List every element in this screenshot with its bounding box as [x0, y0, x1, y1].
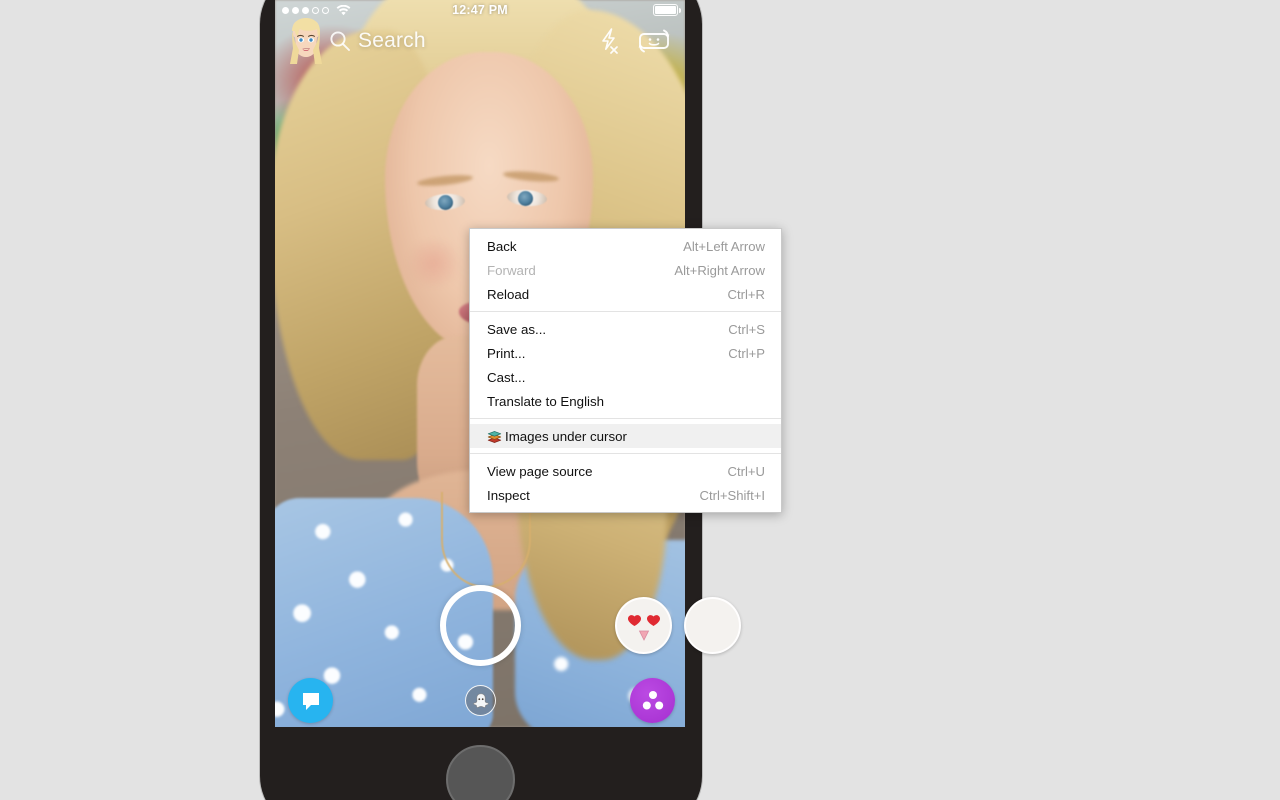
menu-item-print[interactable]: Print... Ctrl+P — [470, 341, 781, 365]
chat-bubble-icon[interactable] — [288, 678, 333, 723]
layers-stack-icon — [486, 428, 502, 444]
menu-item-inspect[interactable]: Inspect Ctrl+Shift+I — [470, 483, 781, 507]
menu-item-forward: Forward Alt+Right Arrow — [470, 258, 781, 282]
menu-item-shortcut: Ctrl+P — [728, 345, 765, 361]
menu-item-back[interactable]: Back Alt+Left Arrow — [470, 234, 781, 258]
lens-carousel[interactable] — [615, 597, 741, 654]
menu-item-shortcut: Ctrl+R — [727, 286, 765, 302]
menu-item-label: Reload — [487, 286, 530, 302]
menu-item-reload[interactable]: Reload Ctrl+R — [470, 282, 781, 306]
menu-separator — [470, 311, 781, 312]
search-icon[interactable] — [329, 30, 351, 52]
menu-separator — [470, 453, 781, 454]
discover-icon[interactable] — [630, 678, 675, 723]
menu-item-label: Back — [487, 238, 517, 254]
scan-snapcode-icon[interactable] — [465, 685, 496, 716]
status-bar-clock: 12:47 PM — [452, 3, 508, 17]
menu-item-view-page-source[interactable]: View page source Ctrl+U — [470, 459, 781, 483]
menu-item-shortcut: Ctrl+Shift+I — [699, 487, 766, 503]
menu-item-cast[interactable]: Cast... — [470, 365, 781, 389]
flash-off-icon[interactable] — [599, 28, 621, 54]
menu-item-save-as[interactable]: Save as... Ctrl+S — [470, 317, 781, 341]
camera-flip-icon[interactable] — [637, 27, 671, 55]
snapchat-top-bar: Search — [275, 18, 685, 64]
menu-item-shortcut: Alt+Left Arrow — [683, 238, 765, 254]
menu-item-translate[interactable]: Translate to English — [470, 389, 781, 413]
menu-item-label: Print... — [487, 345, 526, 361]
menu-separator — [470, 418, 781, 419]
menu-item-label: Forward — [487, 262, 536, 278]
menu-item-label: Cast... — [487, 369, 526, 385]
menu-item-shortcut: Ctrl+S — [728, 321, 765, 337]
menu-item-images-under-cursor[interactable]: Images under cursor — [470, 424, 781, 448]
menu-item-shortcut: Ctrl+U — [727, 463, 765, 479]
capture-shutter-button[interactable] — [440, 585, 521, 666]
chrome-context-menu[interactable]: Back Alt+Left Arrow Forward Alt+Right Arrow… — [469, 228, 782, 513]
battery-icon — [653, 4, 681, 16]
menu-item-label: Images under cursor — [505, 428, 627, 444]
ios-status-bar: 12:47 PM — [275, 0, 685, 20]
menu-item-label: Translate to English — [487, 393, 605, 409]
menu-item-shortcut: Alt+Right Arrow — [674, 262, 765, 278]
search-input[interactable]: Search — [358, 29, 426, 53]
lens-next-partial[interactable] — [684, 597, 741, 654]
menu-item-label: Inspect — [487, 487, 530, 503]
menu-item-label: Save as... — [487, 321, 547, 337]
heart-eyes-lens[interactable] — [615, 597, 672, 654]
menu-item-label: View page source — [487, 463, 593, 479]
bitmoji-avatar[interactable] — [289, 18, 323, 64]
